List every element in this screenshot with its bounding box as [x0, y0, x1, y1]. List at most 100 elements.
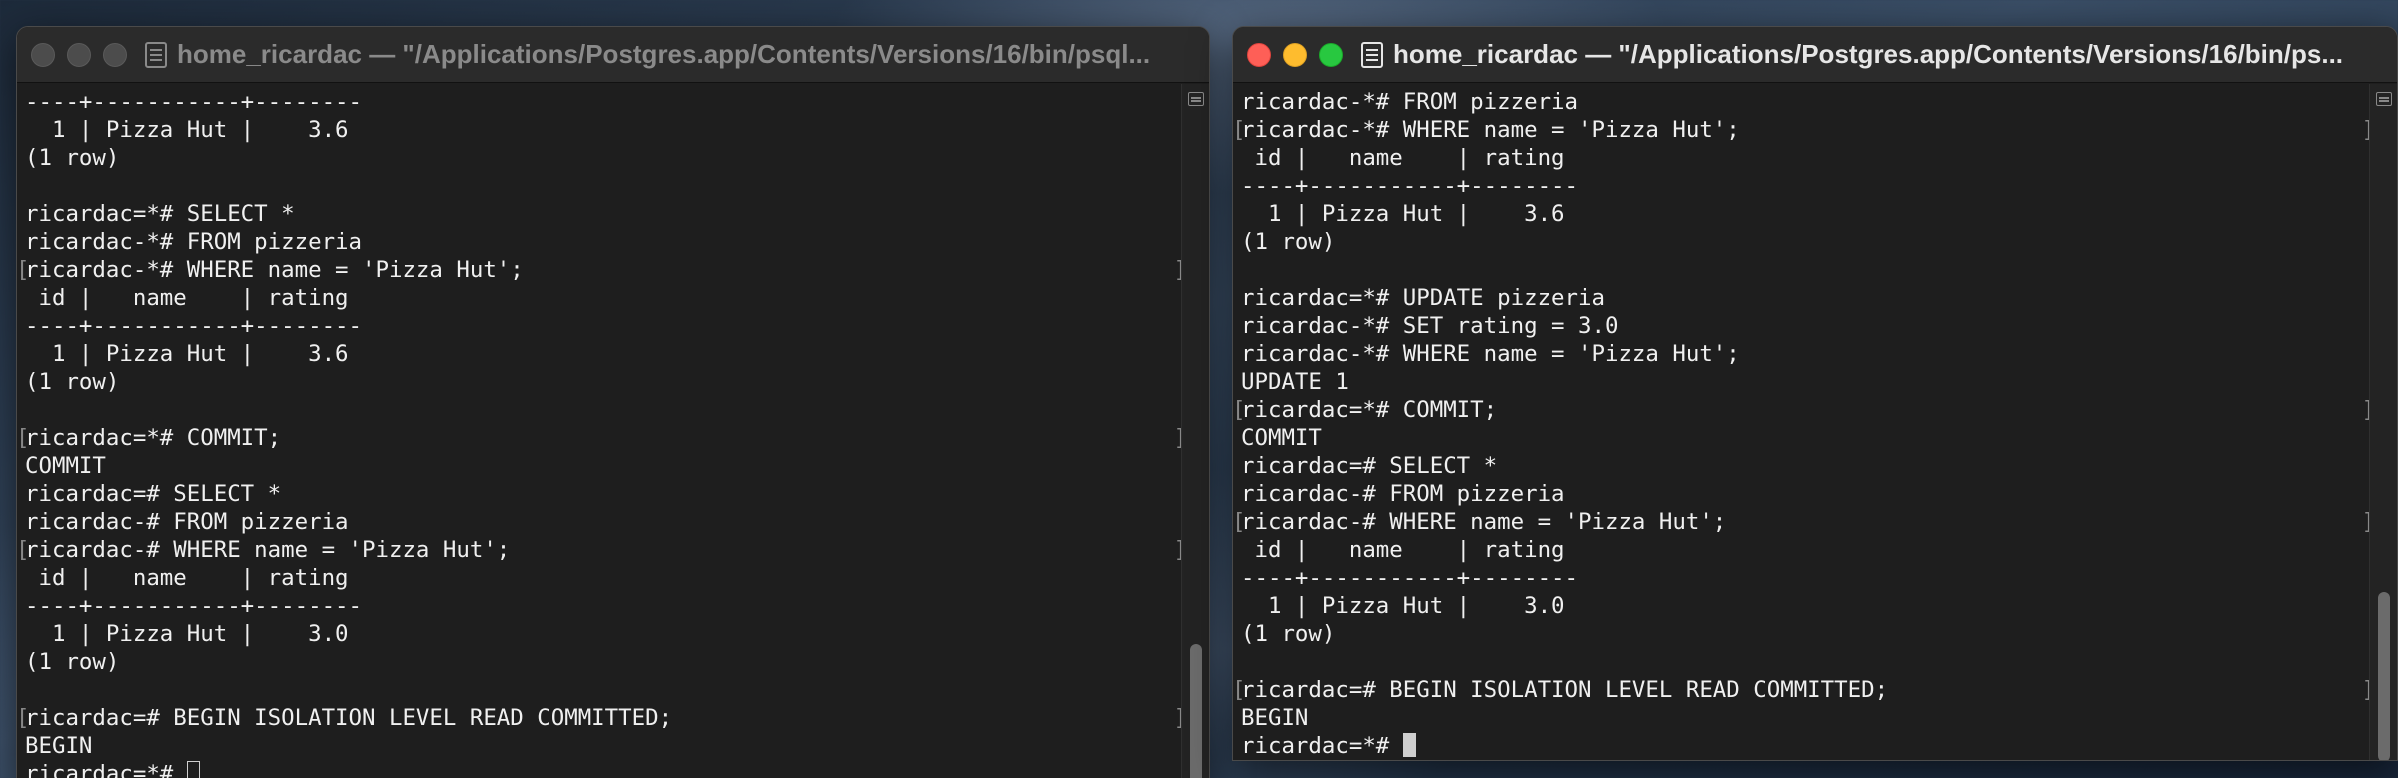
- terminal-line: ricardac-# WHERE name = 'Pizza Hut';: [17, 536, 1181, 564]
- terminal-line: ricardac-*# SET rating = 3.0: [1241, 312, 2361, 340]
- terminal-line-text: ricardac=*# COMMIT;: [1241, 397, 1498, 423]
- terminal-line-text: ricardac=*#: [1241, 733, 1403, 759]
- terminal-line: ----+-----------+--------: [25, 312, 1173, 340]
- terminal-window-icon: [1361, 41, 1383, 68]
- terminal-line-text: ricardac=*# COMMIT;: [25, 425, 282, 451]
- terminal-line: ricardac-# WHERE name = 'Pizza Hut';: [1233, 508, 2369, 536]
- terminal-line: COMMIT: [25, 452, 1173, 480]
- scrollbar-thumb[interactable]: [1190, 644, 1202, 778]
- terminal-line: BEGIN: [25, 732, 1173, 760]
- terminal-line-text: ricardac=# SELECT *: [25, 481, 282, 507]
- terminal-line-text: ricardac-# WHERE name = 'Pizza Hut';: [25, 537, 511, 563]
- terminal-line: ----+-----------+--------: [25, 592, 1173, 620]
- terminal-line-text: ricardac-*# WHERE name = 'Pizza Hut';: [1241, 341, 1740, 367]
- terminal-line: (1 row): [1241, 620, 2361, 648]
- terminal-line-text: (1 row): [25, 145, 120, 171]
- maximize-button[interactable]: [103, 42, 127, 67]
- minimize-button[interactable]: [67, 42, 91, 67]
- terminal-line: ricardac=*# UPDATE pizzeria: [1241, 284, 2361, 312]
- terminal-line: ricardac-*# WHERE name = 'Pizza Hut';: [1241, 340, 2361, 368]
- terminal-line: (1 row): [25, 144, 1173, 172]
- terminal-line-text: (1 row): [25, 649, 120, 675]
- terminal-line: ricardac-# FROM pizzeria: [25, 508, 1173, 536]
- terminal-line: ricardac=# SELECT *: [1241, 452, 2361, 480]
- terminal-line-text: 1 | Pizza Hut | 3.6: [1241, 201, 1565, 227]
- title-bar[interactable]: home_ricardac — "/Applications/Postgres.…: [17, 27, 1209, 83]
- split-pane-icon[interactable]: [1188, 92, 1204, 106]
- terminal-line: id | name | rating: [1241, 536, 2361, 564]
- terminal-output[interactable]: ricardac-*# FROM pizzeria ricardac-*# WHE…: [1233, 84, 2369, 760]
- prompt-line: ricardac=*#: [25, 760, 1173, 778]
- terminal-line-text: (1 row): [25, 369, 120, 395]
- window-title: home_ricardac — "/Applications/Postgres.…: [145, 39, 1150, 70]
- terminal-line: 1 | Pizza Hut | 3.0: [25, 620, 1173, 648]
- terminal-line-text: ricardac=*#: [25, 761, 187, 778]
- terminal-line-text: 1 | Pizza Hut | 3.0: [1241, 593, 1565, 619]
- terminal-line-text: id | name | rating: [25, 565, 349, 591]
- terminal-line: id | name | rating: [25, 564, 1173, 592]
- terminal-line: id | name | rating: [1241, 144, 2361, 172]
- prompt-line: ricardac=*#: [1241, 732, 2361, 760]
- terminal-line: ricardac-# FROM pizzeria: [1241, 480, 2361, 508]
- terminal-line: (1 row): [1241, 228, 2361, 256]
- terminal-line-text: 1 | Pizza Hut | 3.6: [25, 117, 349, 143]
- terminal-output[interactable]: ----+-----------+-------- 1 | Pizza Hut …: [17, 84, 1181, 778]
- terminal-line: id | name | rating: [25, 284, 1173, 312]
- terminal-line-text: ----+-----------+--------: [25, 313, 363, 339]
- terminal-line-text: ricardac=*# SELECT *: [25, 201, 295, 227]
- terminal-line-text: 1 | Pizza Hut | 3.0: [25, 621, 349, 647]
- terminal-line: ricardac=*# COMMIT;: [1233, 396, 2369, 424]
- terminal-line: ricardac=# BEGIN ISOLATION LEVEL READ CO…: [17, 704, 1181, 732]
- terminal-line: ----+-----------+--------: [25, 88, 1173, 116]
- terminal-line: 1 | Pizza Hut | 3.6: [1241, 200, 2361, 228]
- text-cursor: [186, 761, 200, 778]
- terminal-line-text: BEGIN: [1241, 705, 1309, 731]
- terminal-line: ----+-----------+--------: [1241, 564, 2361, 592]
- terminal-line-text: ricardac=# BEGIN ISOLATION LEVEL READ CO…: [25, 705, 673, 731]
- window-controls: [1247, 42, 1343, 67]
- maximize-button[interactable]: [1319, 42, 1343, 67]
- close-button[interactable]: [1247, 42, 1271, 67]
- terminal-line-text: id | name | rating: [1241, 537, 1565, 563]
- window-title: home_ricardac — "/Applications/Postgres.…: [1361, 39, 2343, 70]
- terminal-line: ricardac=*# COMMIT;: [17, 424, 1181, 452]
- terminal-line-text: ----+-----------+--------: [25, 89, 363, 115]
- terminal-line-text: ----+-----------+--------: [1241, 565, 1579, 591]
- minimize-button[interactable]: [1283, 42, 1307, 67]
- terminal-line-text: ricardac-*# FROM pizzeria: [1241, 89, 1579, 115]
- terminal-line-text: COMMIT: [25, 453, 106, 479]
- scrollbar[interactable]: [1181, 84, 1209, 778]
- terminal-window-icon: [145, 41, 167, 68]
- terminal-line: UPDATE 1: [1241, 368, 2361, 396]
- scrollbar-thumb[interactable]: [2378, 592, 2390, 760]
- terminal-line: BEGIN: [1241, 704, 2361, 732]
- terminal-line: ricardac=*# SELECT *: [25, 200, 1173, 228]
- terminal-line-text: BEGIN: [25, 733, 93, 759]
- terminal-line-text: ricardac=# BEGIN ISOLATION LEVEL READ CO…: [1241, 677, 1889, 703]
- terminal-line-text: ----+-----------+--------: [1241, 173, 1579, 199]
- terminal-line: ----+-----------+--------: [1241, 172, 2361, 200]
- text-cursor: [1402, 733, 1416, 757]
- terminal-line: COMMIT: [1241, 424, 2361, 452]
- scrollbar[interactable]: [2369, 84, 2397, 760]
- terminal-window-right[interactable]: home_ricardac — "/Applications/Postgres.…: [1232, 26, 2398, 761]
- terminal-line: ricardac=# SELECT *: [25, 480, 1173, 508]
- terminal-line-text: (1 row): [1241, 229, 1336, 255]
- terminal-line: 1 | Pizza Hut | 3.6: [25, 340, 1173, 368]
- terminal-line-text: ricardac-# FROM pizzeria: [25, 509, 349, 535]
- title-bar[interactable]: home_ricardac — "/Applications/Postgres.…: [1233, 27, 2397, 83]
- terminal-line-text: ricardac=# SELECT *: [1241, 453, 1498, 479]
- terminal-line-text: ricardac-*# SET rating = 3.0: [1241, 313, 1619, 339]
- split-pane-icon[interactable]: [2376, 92, 2392, 106]
- terminal-line: 1 | Pizza Hut | 3.0: [1241, 592, 2361, 620]
- terminal-line-text: ricardac-*# WHERE name = 'Pizza Hut';: [25, 257, 524, 283]
- terminal-line: ricardac-*# FROM pizzeria: [1241, 88, 2361, 116]
- close-button[interactable]: [31, 42, 55, 67]
- terminal-line-text: UPDATE 1: [1241, 369, 1349, 395]
- window-controls: [31, 42, 127, 67]
- terminal-window-left[interactable]: home_ricardac — "/Applications/Postgres.…: [16, 26, 1210, 778]
